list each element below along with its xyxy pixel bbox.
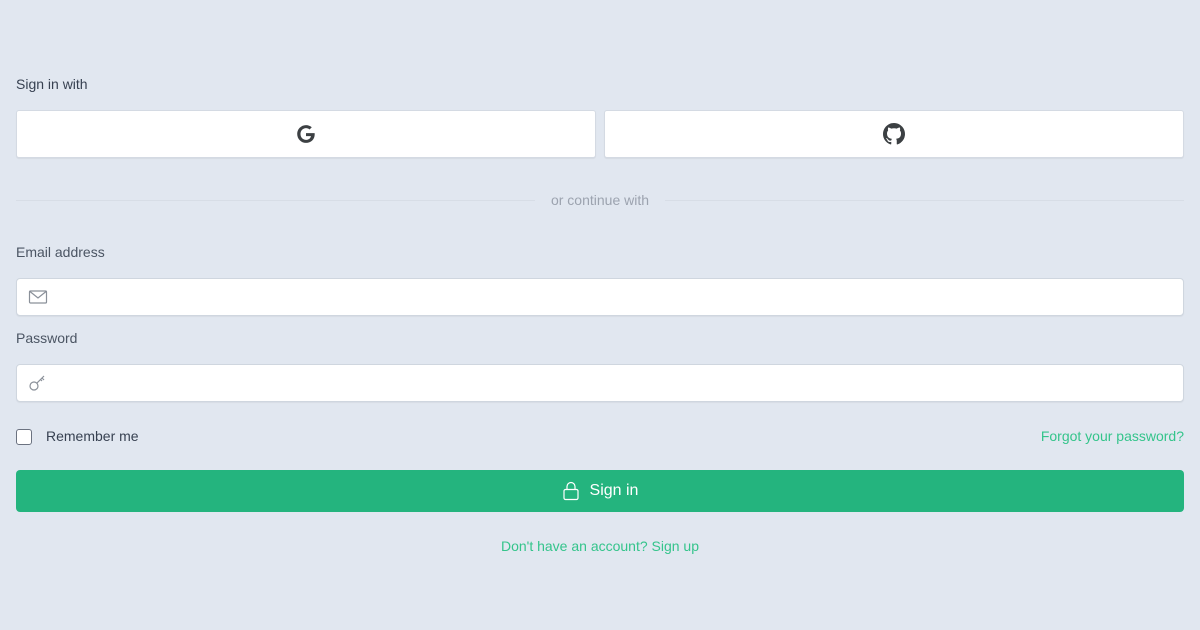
remember-row: Remember me Forgot your password?: [16, 426, 1184, 446]
remember-checkbox[interactable]: [16, 429, 32, 445]
github-icon: [883, 123, 905, 145]
email-label: Email address: [16, 244, 105, 260]
forgot-password-link[interactable]: Forgot your password?: [1041, 428, 1184, 444]
sign-up-link[interactable]: Don't have an account? Sign up: [16, 538, 1184, 554]
sign-in-label: Sign in: [589, 482, 639, 499]
key-icon: [29, 375, 45, 391]
google-signin-button[interactable]: [16, 110, 596, 158]
divider-text: or continue with: [550, 192, 650, 208]
remember-label[interactable]: Remember me: [46, 428, 139, 444]
sign-in-button[interactable]: Sign in: [16, 470, 1184, 512]
social-heading: Sign in with: [16, 76, 88, 92]
github-signin-button[interactable]: [604, 110, 1184, 158]
divider-line-left: [16, 199, 535, 201]
mail-icon: [28, 290, 48, 304]
password-input[interactable]: [63, 365, 1173, 401]
password-label: Password: [16, 330, 78, 346]
email-input[interactable]: [63, 279, 1173, 315]
lock-icon: [562, 481, 579, 501]
password-field: [16, 364, 1184, 402]
or-divider: or continue with: [16, 190, 1184, 210]
email-field: [16, 278, 1184, 316]
divider-line-right: [665, 199, 1184, 201]
google-icon: [297, 125, 315, 143]
social-buttons: [16, 110, 1184, 158]
